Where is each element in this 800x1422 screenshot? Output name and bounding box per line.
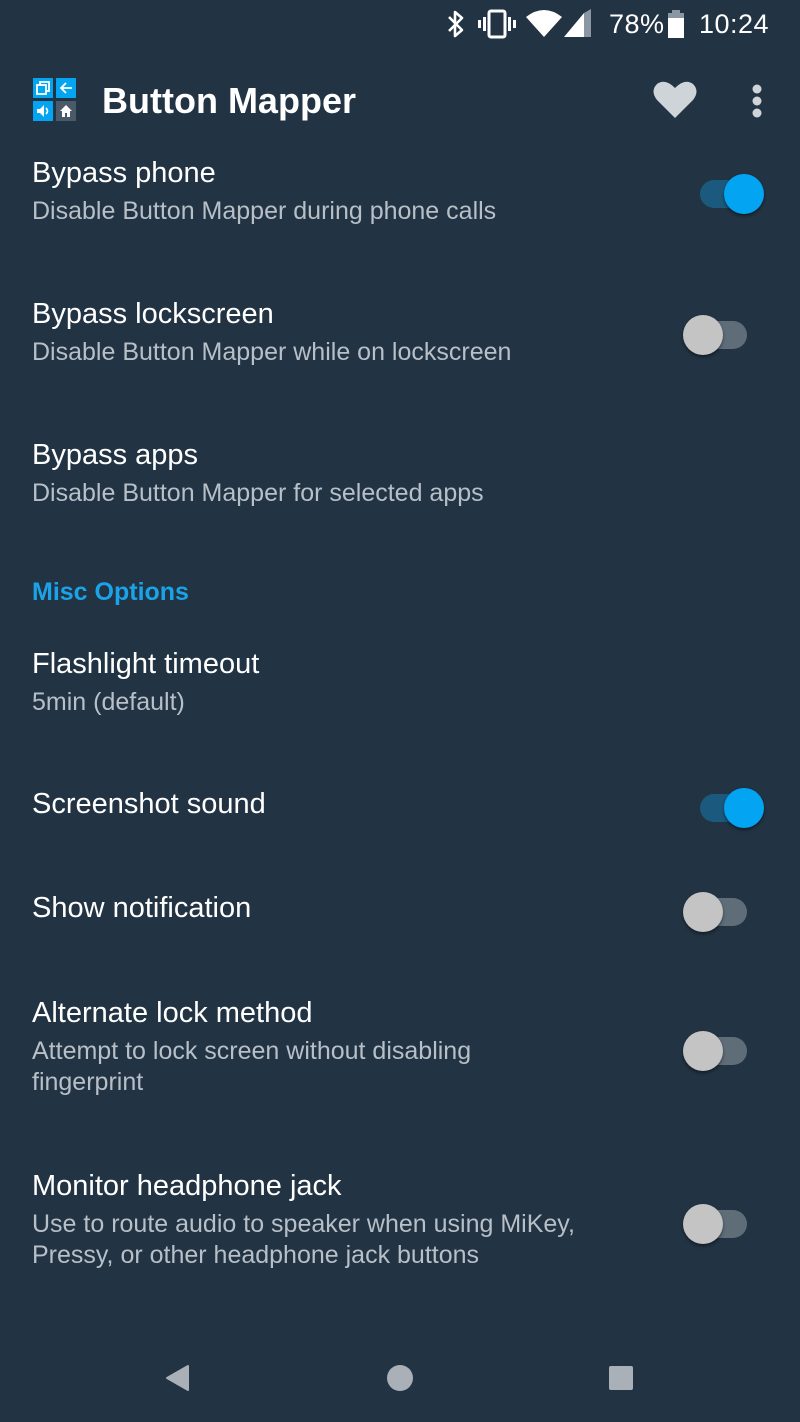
pref-title: Bypass phone [32, 157, 216, 189]
pref-bypass-phone[interactable]: Bypass phone Disable Button Mapper durin… [0, 145, 800, 265]
pref-summary: Disable Button Mapper while on lockscree… [32, 338, 512, 366]
home-icon [387, 1365, 413, 1391]
pref-bypass-lockscreen[interactable]: Bypass lockscreen Disable Button Mapper … [0, 286, 800, 406]
overflow-menu-button[interactable] [740, 80, 774, 124]
back-arrow-glyph-icon [56, 78, 76, 98]
pref-screenshot-sound[interactable]: Screenshot sound [0, 760, 800, 850]
battery-percent: 78% [609, 8, 665, 39]
more-vert-icon [752, 84, 762, 118]
wifi-icon [526, 0, 562, 48]
pref-title: Bypass apps [32, 439, 199, 471]
recents-button[interactable] [597, 1354, 645, 1402]
pref-summary: Disable Button Mapper for selected apps [32, 479, 484, 507]
pref-summary: Disable Button Mapper during phone calls [32, 197, 497, 225]
navigation-bar [0, 1334, 800, 1422]
app-logo-icon [33, 78, 77, 122]
pref-title: Flashlight timeout [32, 648, 260, 680]
pref-summary: Use to route audio to speaker when using… [32, 1210, 575, 1269]
volume-glyph-icon [33, 101, 53, 121]
status-bar: 78% 10:24 [0, 0, 800, 48]
pref-alternate-lock-method[interactable]: Alternate lock method Attempt to lock sc… [0, 985, 800, 1125]
pref-summary: 5min (default) [32, 688, 185, 716]
recents-icon [609, 1366, 633, 1390]
heart-icon [653, 81, 697, 118]
battery-icon [667, 0, 685, 48]
clock: 10:24 [699, 8, 770, 39]
back-icon [166, 1365, 189, 1391]
monitor-headphone-jack-switch[interactable] [683, 1197, 753, 1244]
cell-signal-icon [564, 0, 592, 48]
pref-flashlight-timeout[interactable]: Flashlight timeout 5min (default) [0, 636, 800, 746]
app-bar: Button Mapper [0, 62, 800, 144]
switch-thumb [683, 315, 723, 355]
pref-bypass-apps[interactable]: Bypass apps Disable Button Mapper for se… [0, 427, 800, 547]
pref-title: Screenshot sound [32, 788, 266, 820]
recents-glyph-icon [33, 78, 53, 98]
pref-summary: Attempt to lock screen without disabling… [32, 1037, 472, 1096]
pref-show-notification[interactable]: Show notification [0, 864, 800, 954]
section-header-misc: Misc Options [32, 578, 189, 606]
home-glyph-icon [56, 101, 76, 121]
donate-button[interactable] [652, 80, 700, 124]
switch-thumb [683, 1031, 723, 1071]
screenshot-sound-switch[interactable] [694, 781, 764, 828]
app-title: Button Mapper [102, 80, 356, 121]
bypass-phone-switch[interactable] [694, 167, 764, 214]
pref-monitor-headphone-jack[interactable]: Monitor headphone jack Use to route audi… [0, 1158, 800, 1298]
pref-title: Show notification [32, 892, 252, 924]
back-button[interactable] [154, 1354, 202, 1402]
switch-thumb [683, 1204, 723, 1244]
bluetooth-icon [444, 0, 468, 48]
switch-thumb [683, 892, 723, 932]
show-notification-switch[interactable] [683, 885, 753, 932]
pref-title: Alternate lock method [32, 997, 313, 1029]
switch-thumb [724, 174, 764, 214]
pref-title: Monitor headphone jack [32, 1170, 342, 1202]
bypass-lockscreen-switch[interactable] [683, 308, 753, 355]
alternate-lock-method-switch[interactable] [683, 1024, 753, 1071]
home-button[interactable] [376, 1354, 424, 1402]
switch-thumb [724, 788, 764, 828]
pref-title: Bypass lockscreen [32, 298, 274, 330]
vibrate-icon [478, 0, 516, 48]
